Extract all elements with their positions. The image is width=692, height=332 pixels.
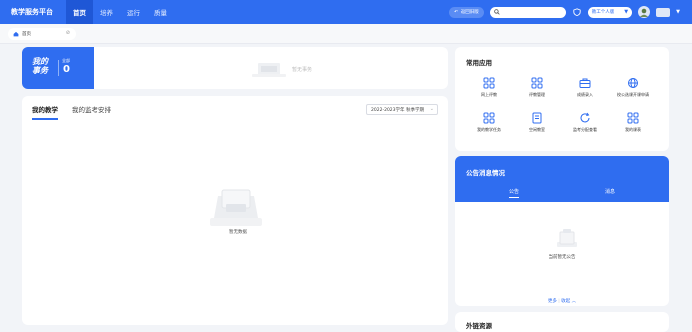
empty-notice-icon <box>557 229 577 247</box>
refresh-icon <box>580 112 590 123</box>
my-affairs-card: 我的 事务 全部 0 暂无事务 <box>22 47 448 89</box>
teaching-card: 我的教学 我的监考安排 2022-2023学年 秋季学期 ⌄ 暂无数据 <box>22 96 448 325</box>
app-label: 评教管理 <box>529 92 545 97</box>
common-apps-title: 常用应用 <box>466 59 492 67</box>
notice-header: 公告消息情况 公告 消息 <box>455 156 669 202</box>
app-evaluation-management[interactable]: 评教管理 <box>513 77 561 98</box>
notice-card: 公告消息情况 公告 消息 当前暂无公告 更多 | 收起 ︿ <box>455 156 669 306</box>
my-affairs-title-line2: 事务 <box>32 66 48 75</box>
role-label: 教工个人版 <box>591 10 615 15</box>
return-icon: ↶ <box>454 9 458 15</box>
main-nav: 首页 培养 运行 质量 <box>66 0 174 24</box>
return-old-version-button[interactable]: ↶ 返回旧版 <box>449 6 484 18</box>
my-affairs-title: 我的 事务 <box>32 57 48 75</box>
close-icon[interactable]: ⊘ <box>66 30 70 36</box>
more-link[interactable]: 更多 <box>548 299 557 304</box>
external-resources-card: 外链资源 <box>455 312 669 332</box>
all-count-value[interactable]: 0 <box>63 64 70 75</box>
chevron-down-icon: ⌄ <box>429 106 434 112</box>
app-label: 校公选课开课申请 <box>617 92 649 97</box>
my-affairs-empty: 暂无事务 <box>252 60 312 78</box>
tab-my-invigilation[interactable]: 我的监考安排 <box>72 104 111 120</box>
notice-body: 当前暂无公告 <box>461 202 663 298</box>
briefcase-icon <box>579 78 591 88</box>
user-menu-caret-icon[interactable]: ▼ <box>676 9 680 15</box>
search-icon <box>493 9 500 15</box>
app-my-timetable[interactable]: 我的课表 <box>609 112 657 133</box>
notice-footer: 更多 | 收起 ︿ <box>455 298 669 304</box>
nav-training[interactable]: 培养 <box>93 0 120 24</box>
app-free-classrooms[interactable]: 空闲教室 <box>513 112 561 133</box>
app-label: 我的课表 <box>625 127 641 132</box>
user-name-placeholder[interactable] <box>656 7 671 17</box>
my-affairs-empty-text: 暂无事务 <box>292 66 313 73</box>
brand-title: 教学服务平台 <box>11 8 53 16</box>
notice-empty-text: 当前暂无公告 <box>548 255 576 260</box>
collapse-link[interactable]: 收起 ︿ <box>561 299 576 304</box>
app-label: 网上评教 <box>481 92 497 97</box>
nav-operation[interactable]: 运行 <box>120 0 147 24</box>
tab-my-teaching[interactable]: 我的教学 <box>32 104 58 120</box>
tab-messages[interactable]: 消息 <box>605 188 615 195</box>
my-affairs-summary: 我的 事务 全部 0 <box>22 47 94 89</box>
teaching-tabs: 我的教学 我的监考安排 <box>32 104 111 120</box>
empty-data-text: 暂无数据 <box>229 230 247 235</box>
role-select[interactable]: 教工个人版 ▼ <box>587 6 633 18</box>
return-label: 返回旧版 <box>460 10 479 15</box>
term-select[interactable]: 2022-2023学年 秋季学期 ⌄ <box>366 104 438 115</box>
caret-down-icon: ▼ <box>624 9 629 15</box>
shield-icon[interactable] <box>572 7 582 17</box>
tab-home-label: 首页 <box>22 32 31 37</box>
app-elective-course-application[interactable]: 校公选课开课申请 <box>609 77 657 98</box>
notice-title: 公告消息情况 <box>466 169 505 177</box>
header-actions: ↶ 返回旧版 教工个人版 ▼ ▼ <box>449 0 680 24</box>
grid-icon <box>531 77 543 89</box>
app-grade-entry[interactable]: 成绩录入 <box>561 77 609 98</box>
app-label: 成绩录入 <box>577 92 593 97</box>
avatar[interactable] <box>638 6 651 18</box>
my-affairs-title-line1: 我的 <box>32 57 48 66</box>
app-online-evaluation[interactable]: 网上评教 <box>465 77 513 98</box>
divider <box>58 60 59 76</box>
grid-icon <box>627 112 639 124</box>
app-label: 空闲教室 <box>529 127 545 132</box>
grid-icon <box>483 112 495 124</box>
page-tab-bar: 首页 ⊘ <box>0 24 692 44</box>
nav-quality[interactable]: 质量 <box>147 0 174 24</box>
external-resources-title: 外链资源 <box>466 322 492 330</box>
tab-home[interactable]: 首页 ⊘ <box>8 28 76 40</box>
globe-icon <box>628 78 638 88</box>
search-input[interactable] <box>489 6 566 18</box>
term-select-value: 2022-2023学年 秋季学期 <box>371 107 424 113</box>
app-invigilation-view[interactable]: 监考分配查看 <box>561 112 609 133</box>
common-apps-card: 常用应用 网上评教 评教管理 成绩录入 校公选课开课申请 我的教学任务 空闲教室… <box>455 47 669 151</box>
tab-announcement[interactable]: 公告 <box>509 188 520 198</box>
grid-icon <box>483 77 495 89</box>
top-navigation-bar: 教学服务平台 首页 培养 运行 质量 ↶ 返回旧版 教工个人版 ▼ ▼ <box>0 0 692 24</box>
app-label: 监考分配查看 <box>573 127 597 132</box>
app-my-teaching-tasks[interactable]: 我的教学任务 <box>465 112 513 133</box>
document-icon <box>532 112 542 124</box>
app-label: 我的教学任务 <box>477 127 501 132</box>
empty-box-icon <box>252 63 286 77</box>
home-icon <box>13 31 19 37</box>
empty-data-icon <box>210 189 262 226</box>
nav-home[interactable]: 首页 <box>66 0 93 24</box>
